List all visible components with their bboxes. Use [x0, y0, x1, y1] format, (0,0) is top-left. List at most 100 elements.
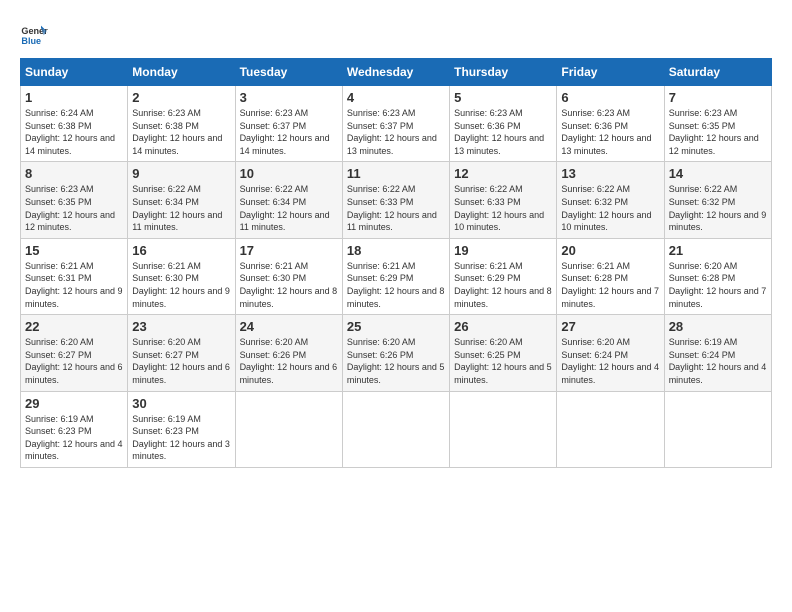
day-number: 10 [240, 166, 338, 181]
day-info: Sunrise: 6:20 AM Sunset: 6:25 PM Dayligh… [454, 336, 552, 386]
day-number: 21 [669, 243, 767, 258]
day-info: Sunrise: 6:20 AM Sunset: 6:27 PM Dayligh… [25, 336, 123, 386]
day-cell: 8 Sunrise: 6:23 AM Sunset: 6:35 PM Dayli… [21, 162, 128, 238]
day-number: 13 [561, 166, 659, 181]
day-cell: 21 Sunrise: 6:20 AM Sunset: 6:28 PM Dayl… [664, 238, 771, 314]
day-cell: 16 Sunrise: 6:21 AM Sunset: 6:30 PM Dayl… [128, 238, 235, 314]
day-info: Sunrise: 6:21 AM Sunset: 6:29 PM Dayligh… [347, 260, 445, 310]
day-info: Sunrise: 6:20 AM Sunset: 6:26 PM Dayligh… [240, 336, 338, 386]
day-info: Sunrise: 6:23 AM Sunset: 6:36 PM Dayligh… [561, 107, 659, 157]
day-cell: 22 Sunrise: 6:20 AM Sunset: 6:27 PM Dayl… [21, 315, 128, 391]
day-info: Sunrise: 6:19 AM Sunset: 6:23 PM Dayligh… [25, 413, 123, 463]
day-cell: 6 Sunrise: 6:23 AM Sunset: 6:36 PM Dayli… [557, 86, 664, 162]
day-number: 14 [669, 166, 767, 181]
day-info: Sunrise: 6:20 AM Sunset: 6:24 PM Dayligh… [561, 336, 659, 386]
day-cell: 27 Sunrise: 6:20 AM Sunset: 6:24 PM Dayl… [557, 315, 664, 391]
day-number: 6 [561, 90, 659, 105]
day-number: 26 [454, 319, 552, 334]
col-header-wednesday: Wednesday [342, 59, 449, 86]
day-number: 17 [240, 243, 338, 258]
day-info: Sunrise: 6:21 AM Sunset: 6:30 PM Dayligh… [240, 260, 338, 310]
day-cell: 29 Sunrise: 6:19 AM Sunset: 6:23 PM Dayl… [21, 391, 128, 467]
day-info: Sunrise: 6:22 AM Sunset: 6:32 PM Dayligh… [669, 183, 767, 233]
day-number: 24 [240, 319, 338, 334]
day-cell: 17 Sunrise: 6:21 AM Sunset: 6:30 PM Dayl… [235, 238, 342, 314]
day-cell: 24 Sunrise: 6:20 AM Sunset: 6:26 PM Dayl… [235, 315, 342, 391]
day-cell: 11 Sunrise: 6:22 AM Sunset: 6:33 PM Dayl… [342, 162, 449, 238]
day-info: Sunrise: 6:23 AM Sunset: 6:37 PM Dayligh… [347, 107, 445, 157]
day-number: 23 [132, 319, 230, 334]
col-header-saturday: Saturday [664, 59, 771, 86]
day-cell: 1 Sunrise: 6:24 AM Sunset: 6:38 PM Dayli… [21, 86, 128, 162]
col-header-monday: Monday [128, 59, 235, 86]
day-info: Sunrise: 6:22 AM Sunset: 6:34 PM Dayligh… [132, 183, 230, 233]
day-info: Sunrise: 6:21 AM Sunset: 6:30 PM Dayligh… [132, 260, 230, 310]
day-number: 27 [561, 319, 659, 334]
col-header-tuesday: Tuesday [235, 59, 342, 86]
header: General Blue [20, 20, 772, 48]
day-of-week-header: SundayMondayTuesdayWednesdayThursdayFrid… [21, 59, 772, 86]
day-number: 20 [561, 243, 659, 258]
day-cell: 20 Sunrise: 6:21 AM Sunset: 6:28 PM Dayl… [557, 238, 664, 314]
day-number: 12 [454, 166, 552, 181]
day-info: Sunrise: 6:22 AM Sunset: 6:34 PM Dayligh… [240, 183, 338, 233]
day-info: Sunrise: 6:19 AM Sunset: 6:23 PM Dayligh… [132, 413, 230, 463]
day-number: 18 [347, 243, 445, 258]
day-number: 9 [132, 166, 230, 181]
col-header-friday: Friday [557, 59, 664, 86]
col-header-thursday: Thursday [450, 59, 557, 86]
day-cell: 14 Sunrise: 6:22 AM Sunset: 6:32 PM Dayl… [664, 162, 771, 238]
day-number: 16 [132, 243, 230, 258]
day-number: 15 [25, 243, 123, 258]
logo: General Blue [20, 20, 48, 48]
week-row-1: 1 Sunrise: 6:24 AM Sunset: 6:38 PM Dayli… [21, 86, 772, 162]
week-row-3: 15 Sunrise: 6:21 AM Sunset: 6:31 PM Dayl… [21, 238, 772, 314]
day-cell: 13 Sunrise: 6:22 AM Sunset: 6:32 PM Dayl… [557, 162, 664, 238]
day-number: 4 [347, 90, 445, 105]
day-number: 25 [347, 319, 445, 334]
day-cell: 12 Sunrise: 6:22 AM Sunset: 6:33 PM Dayl… [450, 162, 557, 238]
day-info: Sunrise: 6:20 AM Sunset: 6:26 PM Dayligh… [347, 336, 445, 386]
day-cell [235, 391, 342, 467]
day-cell [450, 391, 557, 467]
day-cell [664, 391, 771, 467]
day-cell [557, 391, 664, 467]
day-cell: 19 Sunrise: 6:21 AM Sunset: 6:29 PM Dayl… [450, 238, 557, 314]
day-number: 30 [132, 396, 230, 411]
day-cell: 26 Sunrise: 6:20 AM Sunset: 6:25 PM Dayl… [450, 315, 557, 391]
day-cell: 15 Sunrise: 6:21 AM Sunset: 6:31 PM Dayl… [21, 238, 128, 314]
logo-icon: General Blue [20, 20, 48, 48]
day-cell: 30 Sunrise: 6:19 AM Sunset: 6:23 PM Dayl… [128, 391, 235, 467]
day-info: Sunrise: 6:20 AM Sunset: 6:27 PM Dayligh… [132, 336, 230, 386]
day-cell: 25 Sunrise: 6:20 AM Sunset: 6:26 PM Dayl… [342, 315, 449, 391]
day-cell: 2 Sunrise: 6:23 AM Sunset: 6:38 PM Dayli… [128, 86, 235, 162]
day-cell: 9 Sunrise: 6:22 AM Sunset: 6:34 PM Dayli… [128, 162, 235, 238]
day-cell: 10 Sunrise: 6:22 AM Sunset: 6:34 PM Dayl… [235, 162, 342, 238]
day-number: 11 [347, 166, 445, 181]
day-number: 8 [25, 166, 123, 181]
day-number: 29 [25, 396, 123, 411]
day-info: Sunrise: 6:21 AM Sunset: 6:29 PM Dayligh… [454, 260, 552, 310]
week-row-5: 29 Sunrise: 6:19 AM Sunset: 6:23 PM Dayl… [21, 391, 772, 467]
day-number: 19 [454, 243, 552, 258]
day-cell: 5 Sunrise: 6:23 AM Sunset: 6:36 PM Dayli… [450, 86, 557, 162]
day-number: 28 [669, 319, 767, 334]
day-cell: 7 Sunrise: 6:23 AM Sunset: 6:35 PM Dayli… [664, 86, 771, 162]
week-row-4: 22 Sunrise: 6:20 AM Sunset: 6:27 PM Dayl… [21, 315, 772, 391]
day-cell: 3 Sunrise: 6:23 AM Sunset: 6:37 PM Dayli… [235, 86, 342, 162]
day-info: Sunrise: 6:22 AM Sunset: 6:33 PM Dayligh… [454, 183, 552, 233]
day-number: 7 [669, 90, 767, 105]
day-info: Sunrise: 6:19 AM Sunset: 6:24 PM Dayligh… [669, 336, 767, 386]
day-cell: 23 Sunrise: 6:20 AM Sunset: 6:27 PM Dayl… [128, 315, 235, 391]
svg-text:Blue: Blue [21, 36, 41, 46]
day-info: Sunrise: 6:24 AM Sunset: 6:38 PM Dayligh… [25, 107, 123, 157]
day-number: 5 [454, 90, 552, 105]
day-number: 3 [240, 90, 338, 105]
day-cell [342, 391, 449, 467]
col-header-sunday: Sunday [21, 59, 128, 86]
day-cell: 4 Sunrise: 6:23 AM Sunset: 6:37 PM Dayli… [342, 86, 449, 162]
day-number: 1 [25, 90, 123, 105]
day-number: 22 [25, 319, 123, 334]
week-row-2: 8 Sunrise: 6:23 AM Sunset: 6:35 PM Dayli… [21, 162, 772, 238]
day-info: Sunrise: 6:21 AM Sunset: 6:31 PM Dayligh… [25, 260, 123, 310]
